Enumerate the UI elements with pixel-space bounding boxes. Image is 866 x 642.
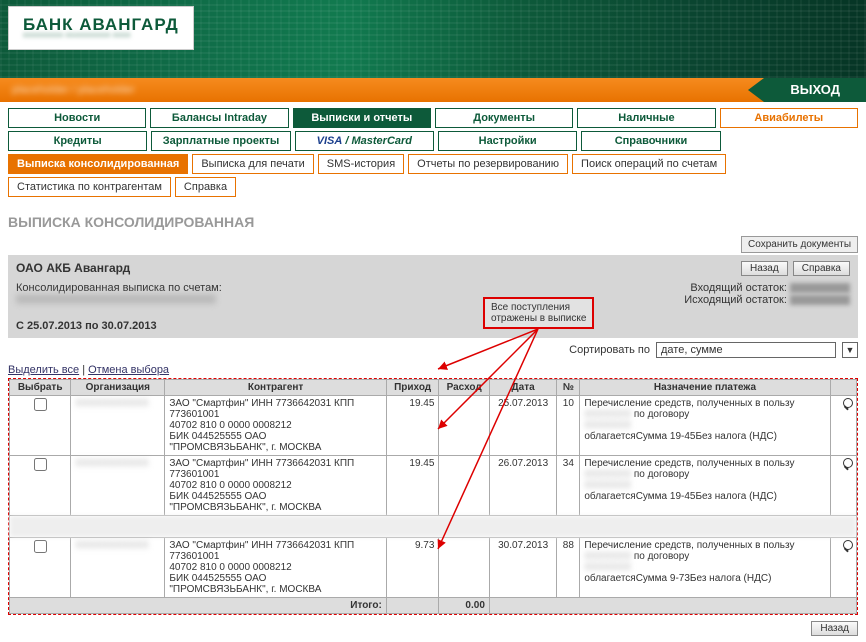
cell-purpose: Перечисление средств, полученных в польз… bbox=[580, 538, 830, 598]
totals-label: Итого: bbox=[10, 598, 387, 614]
table-row: XXXXXXXXXXXЗАО "Смартфин" ИНН 7736642031… bbox=[10, 456, 857, 516]
transactions-table: Выбрать Организация Контрагент Приход Ра… bbox=[8, 378, 858, 615]
cell-number: 34 bbox=[557, 456, 580, 516]
magnify-icon[interactable] bbox=[836, 540, 850, 554]
back-button[interactable]: Назад bbox=[741, 261, 788, 276]
col-date: Дата bbox=[489, 380, 556, 396]
menu-credits[interactable]: Кредиты bbox=[8, 131, 147, 151]
logo-text: БАНК АВАНГАРД bbox=[23, 15, 179, 35]
menu-statements[interactable]: Выписки и отчеты bbox=[293, 108, 431, 128]
breadcrumb: placeholder / placeholder bbox=[12, 84, 135, 96]
cell-expense bbox=[439, 538, 489, 598]
col-action bbox=[830, 380, 856, 396]
sort-select[interactable]: дате, сумме bbox=[656, 342, 836, 358]
menu-documents[interactable]: Документы bbox=[435, 108, 573, 128]
cell-counterparty: ЗАО "Смартфин" ИНН 7736642031 КПП7736010… bbox=[165, 456, 386, 516]
page-title: ВЫПИСКА КОНСОЛИДИРОВАННАЯ bbox=[0, 206, 866, 234]
col-number: № bbox=[557, 380, 580, 396]
consolidated-label: Консолидированная выписка по счетам: bbox=[16, 282, 684, 294]
menu-airtickets[interactable]: Авиабилеты bbox=[720, 108, 858, 128]
table-row: XXXXXXXXXXXЗАО "Смартфин" ИНН 7736642031… bbox=[10, 538, 857, 598]
sub-statistics[interactable]: Статистика по контрагентам bbox=[8, 177, 171, 197]
bank-name: ОАО АКБ Авангард bbox=[16, 261, 130, 276]
menu-balances[interactable]: Балансы Intraday bbox=[150, 108, 288, 128]
col-select: Выбрать bbox=[10, 380, 71, 396]
cell-date: 30.07.2013 bbox=[489, 538, 556, 598]
annotation-callout: Все поступления отражены в выписке bbox=[483, 297, 594, 329]
cell-date: 25.07.2013 bbox=[489, 396, 556, 456]
cancel-selection-link[interactable]: Отмена выбора bbox=[88, 364, 169, 376]
cell-expense bbox=[439, 396, 489, 456]
app-banner: БАНК АВАНГАРД XXXXXXXXX XXXXXXXXXX XXXX bbox=[0, 0, 866, 78]
row-checkbox[interactable] bbox=[34, 458, 47, 471]
footer-back-button[interactable]: Назад bbox=[811, 621, 858, 636]
bank-logo: БАНК АВАНГАРД XXXXXXXXX XXXXXXXXXX XXXX bbox=[8, 6, 194, 50]
cell-expense bbox=[439, 456, 489, 516]
save-documents-button[interactable]: Сохранить документы bbox=[741, 236, 858, 253]
col-income: Приход bbox=[386, 380, 439, 396]
help-button[interactable]: Справка bbox=[793, 261, 850, 276]
cell-counterparty: ЗАО "Смартфин" ИНН 7736642031 КПП7736010… bbox=[165, 396, 386, 456]
sort-label: Сортировать по bbox=[569, 344, 650, 356]
magnify-icon[interactable] bbox=[836, 458, 850, 472]
exit-button[interactable]: ВЫХОД bbox=[764, 78, 866, 102]
sub-print[interactable]: Выписка для печати bbox=[192, 154, 313, 174]
in-balance-row: Входящий остаток: bbox=[684, 282, 850, 294]
sort-dropdown-icon[interactable]: ▼ bbox=[842, 342, 858, 358]
select-all-link[interactable]: Выделить все bbox=[8, 364, 79, 376]
menu-visa[interactable]: VISA / MasterCard bbox=[295, 131, 434, 151]
col-org: Организация bbox=[71, 380, 165, 396]
out-balance-row: Исходящий остаток: bbox=[684, 294, 850, 306]
row-checkbox[interactable] bbox=[34, 398, 47, 411]
exit-wrap: ВЫХОД bbox=[764, 78, 866, 102]
cell-number: 88 bbox=[557, 538, 580, 598]
menu-settings[interactable]: Настройки bbox=[438, 131, 577, 151]
menu-dictionaries[interactable]: Справочники bbox=[581, 131, 720, 151]
sub-reserve[interactable]: Отчеты по резервированию bbox=[408, 154, 568, 174]
cell-income: 19.45 bbox=[386, 456, 439, 516]
cell-purpose: Перечисление средств, полученных в польз… bbox=[580, 396, 830, 456]
cell-counterparty: ЗАО "Смартфин" ИНН 7736642031 КПП7736010… bbox=[165, 538, 386, 598]
sub-help[interactable]: Справка bbox=[175, 177, 236, 197]
sub-consolidated[interactable]: Выписка консолидированная bbox=[8, 154, 188, 174]
col-expense: Расход bbox=[439, 380, 489, 396]
menu-cash[interactable]: Наличные bbox=[577, 108, 715, 128]
sub-sms[interactable]: SMS-история bbox=[318, 154, 404, 174]
menu-salary[interactable]: Зарплатные проекты bbox=[151, 131, 290, 151]
cell-date: 26.07.2013 bbox=[489, 456, 556, 516]
table-row: XXXXXXXXXXXЗАО "Смартфин" ИНН 7736642031… bbox=[10, 396, 857, 456]
row-checkbox[interactable] bbox=[34, 540, 47, 553]
info-panel: ОАО АКБ Авангард Назад Справка Консолиди… bbox=[8, 255, 858, 338]
main-menu-area: Новости Балансы Intraday Выписки и отчет… bbox=[0, 102, 866, 206]
totals-expense: 0.00 bbox=[439, 598, 489, 614]
col-counterparty: Контрагент bbox=[165, 380, 386, 396]
cell-purpose: Перечисление средств, полученных в польз… bbox=[580, 456, 830, 516]
sub-search-ops[interactable]: Поиск операций по счетам bbox=[572, 154, 726, 174]
col-purpose: Назначение платежа bbox=[580, 380, 830, 396]
cell-number: 10 bbox=[557, 396, 580, 456]
magnify-icon[interactable] bbox=[836, 398, 850, 412]
cell-income: 19.45 bbox=[386, 396, 439, 456]
top-orange-bar: placeholder / placeholder ВЫХОД bbox=[0, 78, 866, 102]
cell-income: 9.73 bbox=[386, 538, 439, 598]
menu-news[interactable]: Новости bbox=[8, 108, 146, 128]
